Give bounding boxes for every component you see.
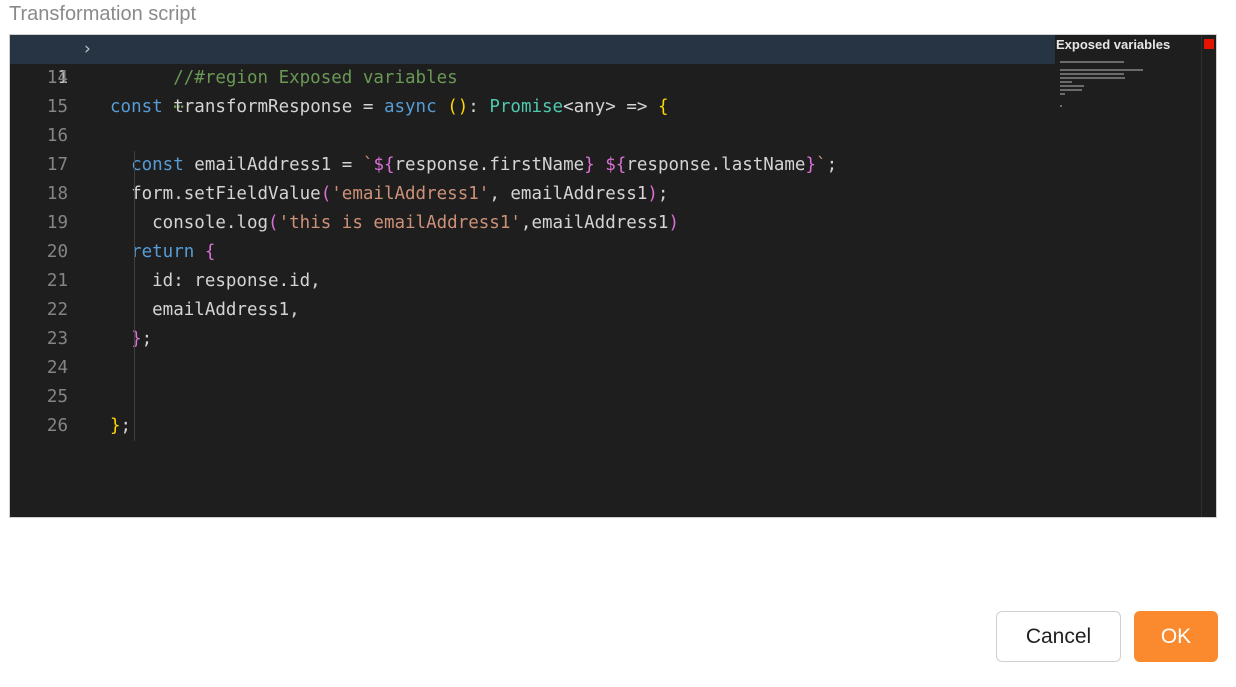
code-token: 'emailAddress1' xyxy=(331,184,490,204)
code-line[interactable]: 24 xyxy=(10,354,1055,383)
code-token: Promise xyxy=(489,97,564,117)
code-line[interactable]: 25 xyxy=(10,383,1055,412)
code-text: }; xyxy=(110,412,131,441)
code-line[interactable]: 16 xyxy=(10,122,1055,151)
minimap-line xyxy=(1060,69,1143,71)
line-number: 14 xyxy=(46,68,68,88)
minimap[interactable]: Exposed variables xyxy=(1056,35,1206,517)
code-token: ; xyxy=(826,155,838,175)
code-token: } xyxy=(805,155,817,175)
minimap-line xyxy=(1060,81,1072,83)
code-token: ${ xyxy=(605,155,627,175)
code-token: const xyxy=(110,97,163,117)
vertical-scrollbar[interactable] xyxy=(1201,35,1216,517)
fold-chevron-icon[interactable]: › xyxy=(84,35,91,64)
code-token: response.firstName xyxy=(394,155,585,175)
code-line[interactable]: 20 return { xyxy=(10,238,1055,267)
code-token: , emailAddress1 xyxy=(489,184,648,204)
line-number: 15 xyxy=(46,97,68,117)
minimap-line xyxy=(1060,89,1082,91)
code-token: () xyxy=(447,97,469,117)
code-token: ,emailAddress1 xyxy=(520,213,669,233)
code-token: ) xyxy=(647,184,658,204)
code-text: }; xyxy=(110,325,152,354)
code-token: 'this is emailAddress1' xyxy=(278,213,521,233)
line-number: 21 xyxy=(46,271,68,291)
line-number: 19 xyxy=(46,213,68,233)
code-token: ; xyxy=(120,416,132,436)
code-token: ${ xyxy=(373,155,395,175)
line-number: 20 xyxy=(46,242,68,262)
code-token: ; xyxy=(657,184,669,204)
code-line[interactable]: 23 }; xyxy=(10,325,1055,354)
code-line[interactable]: 17 const emailAddress1 = `${response.fir… xyxy=(10,151,1055,180)
line-number: 16 xyxy=(46,126,68,146)
code-text: id: response.id, xyxy=(110,267,321,296)
code-token: { xyxy=(657,97,669,117)
line-number: 26 xyxy=(46,416,68,436)
indent-guide xyxy=(134,151,135,441)
minimap-line xyxy=(1060,77,1125,79)
code-token: ( xyxy=(320,184,332,204)
line-number: 18 xyxy=(46,184,68,204)
line-number: 17 xyxy=(46,155,68,175)
code-text: const emailAddress1 = `${response.firstN… xyxy=(110,151,837,180)
code-token: } xyxy=(131,329,142,349)
code-text: return { xyxy=(110,238,215,267)
code-line[interactable]: 18 form.setFieldValue('emailAddress1', e… xyxy=(10,180,1055,209)
line-number: 24 xyxy=(46,358,68,378)
code-line[interactable]: 14 xyxy=(10,64,1055,93)
minimap-preview xyxy=(1060,57,1143,109)
line-number: 25 xyxy=(46,387,68,407)
code-line[interactable]: 26}; xyxy=(10,412,1055,441)
code-token: return xyxy=(110,242,195,262)
code-token: transformResponse = xyxy=(162,97,384,117)
code-token: ( xyxy=(268,213,279,233)
field-label: Transformation script xyxy=(9,3,197,25)
code-token: ` xyxy=(816,155,827,175)
code-token: const xyxy=(110,155,184,175)
code-text: console.log('this is emailAddress1',emai… xyxy=(110,209,679,238)
code-token: ` xyxy=(362,155,374,175)
minimap-line xyxy=(1060,61,1124,63)
code-token: ) xyxy=(668,213,679,233)
code-line[interactable]: 21 id: response.id, xyxy=(10,267,1055,296)
code-line[interactable]: 19 console.log('this is emailAddress1',e… xyxy=(10,209,1055,238)
code-token: : xyxy=(468,97,490,117)
code-line[interactable]: 15 const transformResponse = async (): Pr… xyxy=(10,93,1055,122)
code-token: response.lastName xyxy=(626,155,806,175)
minimap-line xyxy=(1060,73,1124,75)
minimap-line xyxy=(1060,93,1065,95)
code-line[interactable]: 22 emailAddress1, xyxy=(10,296,1055,325)
code-text: form.setFieldValue('emailAddress1', emai… xyxy=(110,180,668,209)
code-text: emailAddress1, xyxy=(110,296,300,325)
code-token: async xyxy=(383,97,437,117)
code-token: form.setFieldValue xyxy=(110,184,321,204)
code-token: id: response.id, xyxy=(110,271,321,291)
line-number: 23 xyxy=(46,329,68,349)
minimap-title: Exposed variables xyxy=(1056,37,1171,52)
code-token: emailAddress1 = xyxy=(183,155,363,175)
ok-button[interactable]: OK xyxy=(1134,611,1218,662)
code-token: <any> => xyxy=(563,97,658,117)
folded-region-line[interactable]: 1 › //#region Exposed variables ⋯ xyxy=(10,35,1055,117)
minimap-line xyxy=(1060,85,1084,87)
code-token: } xyxy=(584,155,595,175)
code-token: ; xyxy=(141,329,153,349)
code-editor[interactable]: 1 › //#region Exposed variables ⋯ 14 15 co… xyxy=(9,34,1217,518)
code-token: emailAddress1, xyxy=(110,300,300,320)
code-text: const transformResponse = async (): Prom… xyxy=(110,93,668,122)
line-number: 22 xyxy=(46,300,68,320)
cancel-button[interactable]: Cancel xyxy=(996,611,1121,662)
minimap-line xyxy=(1060,105,1063,107)
code-token: } xyxy=(110,416,121,436)
error-marker-icon xyxy=(1204,39,1214,49)
code-token: { xyxy=(204,242,216,262)
